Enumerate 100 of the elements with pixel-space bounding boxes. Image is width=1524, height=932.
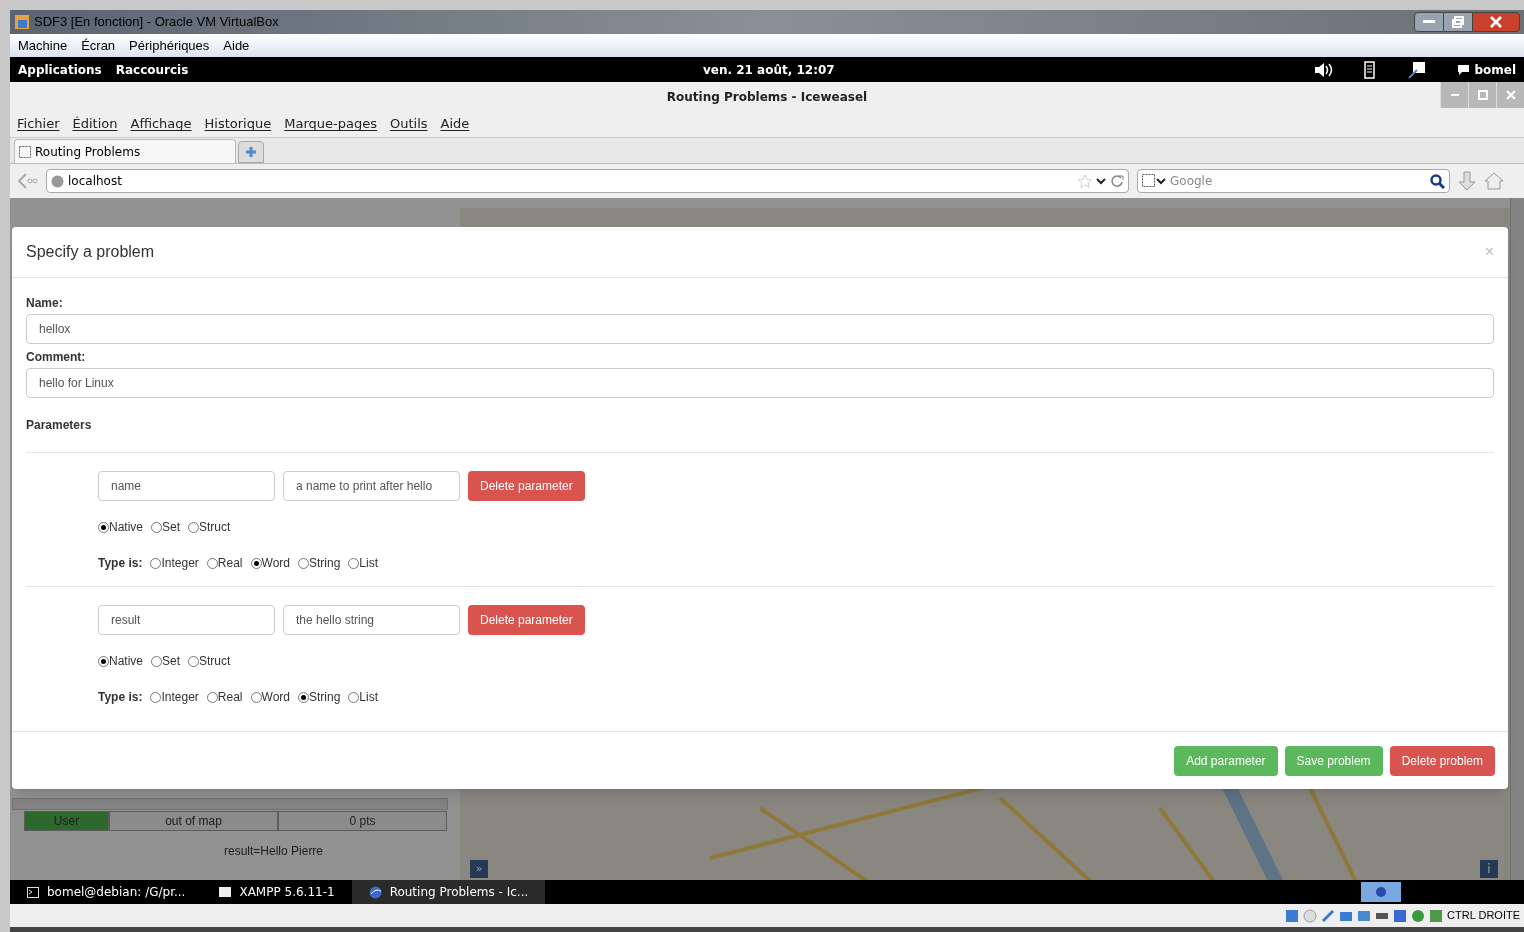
device-status-icon[interactable] bbox=[1357, 908, 1372, 923]
browser-tab[interactable]: Routing Problems bbox=[14, 139, 236, 163]
menu-item[interactable]: Aide bbox=[223, 35, 250, 56]
map-info-button[interactable]: i bbox=[1480, 860, 1498, 878]
radio-button[interactable] bbox=[150, 557, 162, 569]
minimize-button[interactable] bbox=[1414, 12, 1444, 32]
device-status-icon[interactable] bbox=[1411, 908, 1426, 923]
radio-label: Real bbox=[217, 555, 243, 572]
address-bar[interactable]: localhost bbox=[46, 169, 1129, 193]
radio-button[interactable] bbox=[151, 655, 162, 667]
type-label: Type is: bbox=[98, 689, 143, 706]
close-icon bbox=[1505, 90, 1516, 100]
menu-item[interactable]: Raccourcis bbox=[115, 60, 189, 79]
minimize-icon bbox=[1423, 20, 1435, 24]
restore-button[interactable] bbox=[1444, 12, 1472, 32]
maximize-button[interactable] bbox=[1468, 82, 1496, 108]
field-label: Name: bbox=[26, 295, 64, 312]
close-button[interactable] bbox=[1472, 12, 1520, 32]
menu-item[interactable]: Applications bbox=[18, 60, 102, 79]
dialog-title: Specify a problem bbox=[26, 242, 156, 262]
radio-label: List bbox=[359, 689, 378, 706]
taskbar-item[interactable]: XAMPP 5.6.11-1 bbox=[202, 880, 352, 904]
menu-item[interactable]: Affichage bbox=[130, 114, 192, 134]
search-field[interactable]: Google bbox=[1170, 172, 1426, 190]
map-expand-button[interactable]: » bbox=[470, 860, 488, 878]
app-icon bbox=[14, 14, 30, 30]
dialog-button[interactable]: Delete problem bbox=[1389, 745, 1495, 776]
device-status-icon[interactable] bbox=[1285, 908, 1300, 923]
menu-item[interactable]: Édition bbox=[72, 114, 118, 134]
radio-label: Set bbox=[162, 519, 181, 536]
text-field[interactable]: name bbox=[98, 471, 275, 501]
field-label: Comment: bbox=[26, 349, 87, 366]
home-icon[interactable] bbox=[1484, 172, 1504, 190]
device-status-icon[interactable] bbox=[1321, 908, 1336, 923]
text-field[interactable]: a name to print after hello bbox=[283, 471, 460, 501]
volume-icon[interactable] bbox=[1313, 61, 1334, 78]
text-field[interactable]: hello for Linux bbox=[26, 368, 1494, 398]
clock-text[interactable]: ven. 21 août, 12:07 bbox=[703, 60, 835, 79]
delete-parameter-button[interactable]: Delete parameter bbox=[468, 471, 585, 501]
text-field[interactable]: hellox bbox=[26, 314, 1494, 344]
menu-item[interactable]: Écran bbox=[81, 35, 116, 56]
terminal-icon bbox=[27, 886, 39, 898]
device-status-icon[interactable] bbox=[1393, 908, 1408, 923]
radio-label: Integer bbox=[161, 689, 199, 706]
menu-item[interactable]: Marque-pages bbox=[284, 114, 377, 134]
page-icon bbox=[19, 145, 31, 158]
search-bar[interactable]: Google bbox=[1137, 169, 1450, 193]
vertical-scrollbar[interactable] bbox=[1510, 198, 1524, 880]
radio-label: String bbox=[308, 555, 341, 572]
maximize-icon bbox=[1477, 90, 1488, 100]
text-field[interactable]: result bbox=[98, 605, 275, 635]
status-cell: User bbox=[24, 811, 109, 831]
radio-button[interactable] bbox=[188, 655, 200, 667]
taskbar-item[interactable]: Routing Problems - Ic... bbox=[351, 880, 546, 904]
radio-label: Word bbox=[261, 689, 290, 706]
taskbar-item[interactable]: bomel@debian: /G/pr... bbox=[10, 880, 203, 904]
status-cell: out of map bbox=[109, 811, 278, 831]
radio-label: String bbox=[308, 689, 341, 706]
type-label: Type is: bbox=[98, 555, 143, 572]
menu-item[interactable]: Historique bbox=[204, 114, 272, 134]
window-title: SDF3 [En fonction] - Oracle VM VirtualBox bbox=[34, 13, 280, 32]
text-field[interactable]: the hello string bbox=[283, 605, 460, 635]
workspace-button[interactable] bbox=[1361, 882, 1401, 902]
radio-button[interactable] bbox=[250, 557, 262, 569]
star-icon[interactable] bbox=[1078, 174, 1092, 188]
download-arrow-icon[interactable] bbox=[1458, 171, 1476, 191]
menu-item[interactable]: Périphériques bbox=[129, 35, 210, 56]
radio-button[interactable] bbox=[98, 521, 109, 533]
radio-label: Word bbox=[261, 555, 290, 572]
status-cell: 0 pts bbox=[278, 811, 447, 831]
user-name[interactable]: bomel bbox=[1474, 60, 1516, 79]
minimize-icon bbox=[1450, 94, 1459, 96]
host-key-text: CTRL DROITE bbox=[1447, 908, 1520, 924]
menu-item[interactable]: Aide bbox=[440, 114, 470, 134]
menu-item[interactable]: Fichier bbox=[17, 114, 60, 134]
radio-button[interactable] bbox=[206, 691, 218, 703]
chevron-down-icon[interactable] bbox=[1096, 177, 1106, 185]
radio-label: Real bbox=[217, 689, 243, 706]
radio-button[interactable] bbox=[297, 691, 309, 703]
window-icon bbox=[219, 886, 232, 898]
delete-parameter-button[interactable]: Delete parameter bbox=[468, 605, 585, 635]
radio-label: Native bbox=[109, 653, 143, 670]
network-icon[interactable] bbox=[1407, 60, 1428, 79]
radio-button[interactable] bbox=[250, 691, 262, 703]
menu-item[interactable]: Outils bbox=[389, 114, 428, 134]
device-status-icon[interactable] bbox=[1429, 908, 1444, 923]
radio-button[interactable] bbox=[151, 521, 162, 533]
radio-button[interactable] bbox=[348, 557, 360, 569]
radio-button[interactable] bbox=[98, 655, 109, 667]
radio-button[interactable] bbox=[206, 557, 218, 569]
radio-button[interactable] bbox=[150, 691, 162, 703]
radio-button[interactable] bbox=[297, 557, 309, 569]
menu-item[interactable]: Machine bbox=[18, 35, 68, 56]
new-tab-button[interactable] bbox=[238, 141, 264, 163]
radio-button[interactable] bbox=[348, 691, 360, 703]
horizontal-scrollbar[interactable] bbox=[12, 798, 448, 810]
search-icon[interactable] bbox=[1430, 173, 1445, 189]
back-arrow-icon[interactable] bbox=[16, 171, 38, 191]
radio-button[interactable] bbox=[188, 521, 200, 533]
radio-label: Struct bbox=[199, 519, 231, 536]
